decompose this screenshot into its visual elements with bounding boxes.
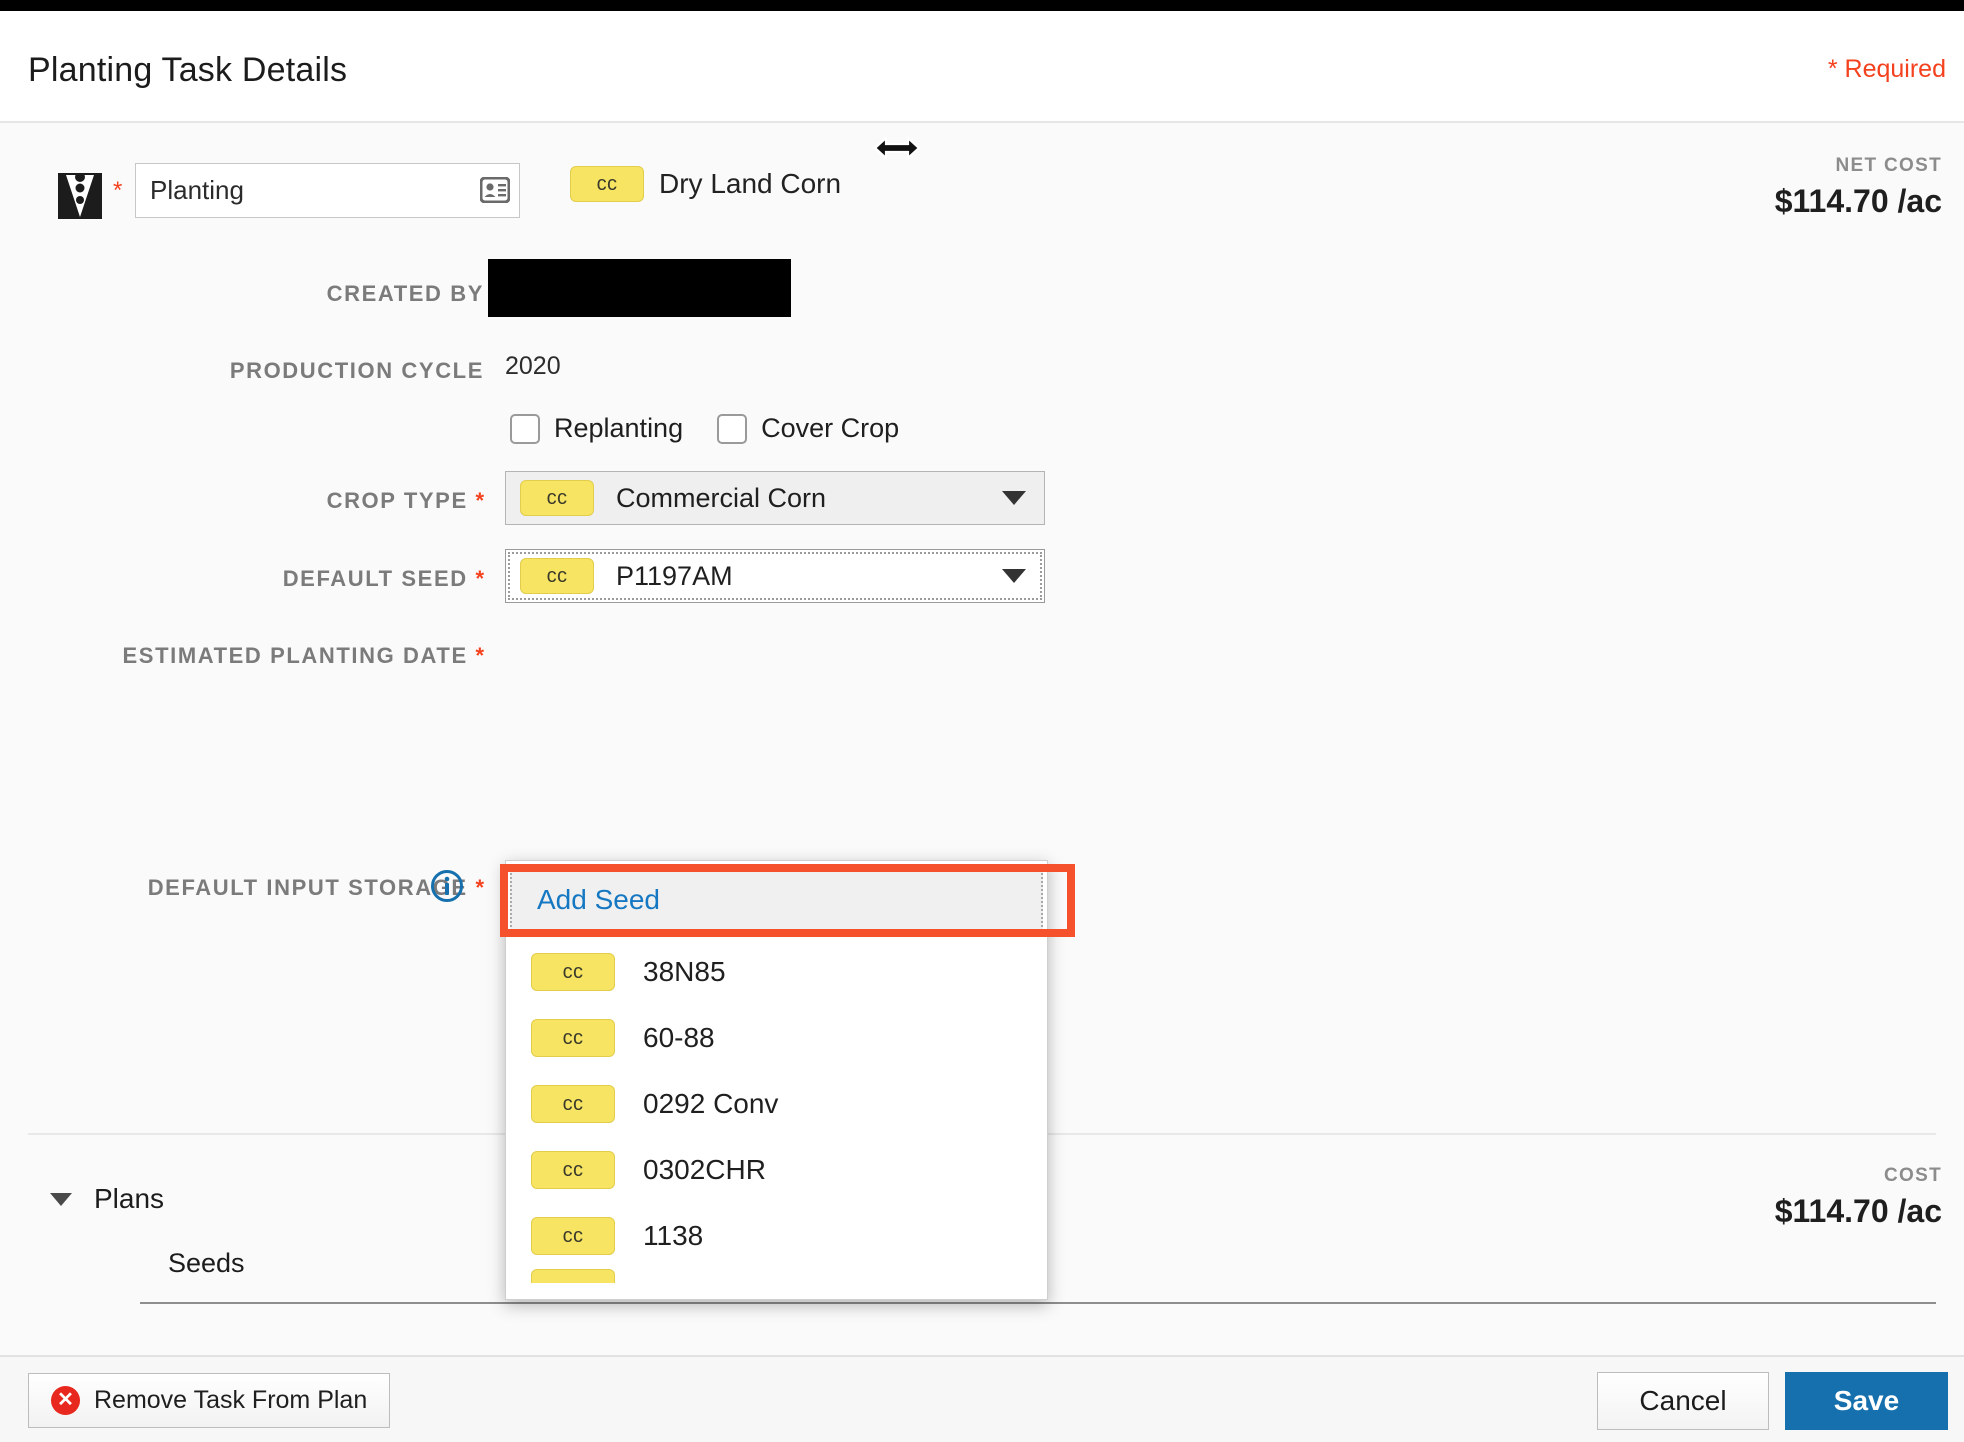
crop-type-badge: cc — [520, 480, 594, 516]
dropdown-item-label: 1138 — [643, 1220, 704, 1251]
cover-crop-label: Cover Crop — [761, 413, 900, 443]
dropdown-item-label: 0292 Conv — [643, 1088, 779, 1119]
replanting-checkbox-item[interactable]: Replanting — [510, 413, 683, 444]
default-seed-select[interactable]: cc P1197AM — [505, 549, 1045, 603]
estimated-planting-date-label: ESTIMATED PLANTING DATE * — [123, 643, 484, 669]
top-black-bar — [0, 0, 1964, 11]
cc-badge: cc — [531, 1085, 615, 1123]
modal-footer: ✕ Remove Task From Plan Cancel Save — [0, 1355, 1964, 1442]
net-cost-block: NET COST $114.70 /ac — [1775, 155, 1942, 220]
modal-title-bar: Planting Task Details * Required — [0, 11, 1964, 123]
default-seed-value: P1197AM — [616, 560, 733, 591]
production-cycle-label: PRODUCTION CYCLE — [229, 358, 484, 383]
cc-badge: cc — [531, 1269, 615, 1283]
cc-badge: cc — [531, 1151, 615, 1189]
remove-circle-icon: ✕ — [51, 1386, 80, 1415]
seeds-subsection-title: Seeds — [168, 1248, 245, 1278]
dropdown-item-label: 60-88 — [643, 1022, 715, 1053]
plans-title: Plans — [94, 1183, 165, 1214]
cc-badge: cc — [531, 1217, 615, 1255]
crop-flags-group: Replanting Cover Crop — [510, 413, 899, 444]
crop-type-label-text: CROP TYPE — [326, 488, 468, 513]
plans-cost-label: COST — [1884, 1165, 1942, 1186]
chevron-down-icon[interactable] — [1002, 491, 1026, 505]
plans-cost-block: COST $114.70 /ac — [1775, 1165, 1942, 1230]
crop-type-label: CROP TYPE * — [327, 488, 484, 514]
dropdown-item-label: 38N85 — [643, 956, 726, 987]
cover-crop-checkbox-item[interactable]: Cover Crop — [717, 413, 899, 444]
planting-icon — [58, 173, 102, 219]
task-name-required-star: * — [113, 177, 123, 204]
dropdown-item[interactable]: cc 38N85 — [506, 939, 1047, 1005]
net-cost-label: NET COST — [1835, 155, 1942, 176]
default-seed-label: DEFAULT SEED * — [283, 566, 484, 592]
plans-section-header[interactable]: Plans — [50, 1183, 164, 1215]
cancel-button[interactable]: Cancel — [1597, 1372, 1769, 1430]
created-by-label: CREATED BY — [326, 281, 484, 306]
info-icon[interactable] — [430, 869, 464, 903]
cover-crop-checkbox[interactable] — [717, 413, 748, 444]
estimated-planting-date-label-text: ESTIMATED PLANTING DATE — [122, 643, 468, 668]
default-seed-dropdown-menu[interactable]: Add Seed cc 38N85 cc 60-88 cc 0292 Conv … — [505, 860, 1048, 1300]
default-seed-required-star: * — [475, 566, 484, 591]
dropdown-item[interactable]: cc 0292 Conv — [506, 1071, 1047, 1137]
dropdown-item[interactable]: cc 60-88 — [506, 1005, 1047, 1071]
crop-type-value: Commercial Corn — [616, 482, 827, 513]
dropdown-item-label: 0302CHR — [643, 1154, 766, 1185]
crop-type-required-star: * — [475, 488, 484, 513]
seeds-rule — [140, 1302, 1936, 1304]
dropdown-item[interactable]: cc 0302CHR — [506, 1137, 1047, 1203]
net-cost-value: $114.70 /ac — [1774, 183, 1942, 219]
default-seed-label-text: DEFAULT SEED — [282, 566, 468, 591]
default-input-storage-required-star: * — [475, 875, 484, 900]
add-seed-label: Add Seed — [537, 884, 660, 915]
remove-task-label: Remove Task From Plan — [94, 1386, 368, 1414]
plans-cost-value: $114.70 /ac — [1774, 1193, 1942, 1229]
cc-badge: cc — [570, 166, 644, 202]
crop-tag-label: Dry Land Corn — [659, 168, 842, 199]
dropdown-item-add-seed[interactable]: Add Seed — [510, 865, 1043, 935]
crop-tag: cc Dry Land Corn — [570, 166, 841, 202]
task-name-input[interactable] — [135, 163, 520, 218]
caret-down-icon[interactable] — [50, 1192, 72, 1206]
cc-badge: cc — [531, 1019, 615, 1057]
save-button[interactable]: Save — [1785, 1372, 1948, 1430]
cc-badge: cc — [531, 953, 615, 991]
production-cycle-value: 2020 — [505, 352, 561, 380]
dropdown-item-partial[interactable]: cc — [506, 1269, 1047, 1283]
dropdown-item[interactable]: cc 1138 — [506, 1203, 1047, 1269]
page-title: Planting Task Details — [28, 51, 348, 89]
replanting-label: Replanting — [554, 413, 684, 443]
created-by-redacted-value — [488, 259, 791, 317]
remove-task-from-plan-button[interactable]: ✕ Remove Task From Plan — [28, 1373, 391, 1428]
estimated-planting-date-required-star: * — [475, 643, 484, 668]
task-name-row: * cc Dry Land Corn NET COST $114.70 /ac — [0, 135, 1964, 253]
form-body: * cc Dry Land Corn NET COST $114.70 /ac — [0, 123, 1964, 1355]
default-seed-badge: cc — [520, 558, 594, 594]
horizontal-resize-cursor — [873, 135, 921, 161]
crop-type-select[interactable]: cc Commercial Corn — [505, 471, 1045, 525]
planting-task-details-modal: Planting Task Details * Required * Plant… — [0, 0, 1964, 1442]
replanting-checkbox[interactable] — [510, 413, 540, 444]
default-input-storage-label-text: DEFAULT INPUT STORAGE — [147, 875, 468, 900]
required-note: * Required — [1827, 55, 1946, 83]
chevron-down-icon[interactable] — [1002, 569, 1026, 583]
